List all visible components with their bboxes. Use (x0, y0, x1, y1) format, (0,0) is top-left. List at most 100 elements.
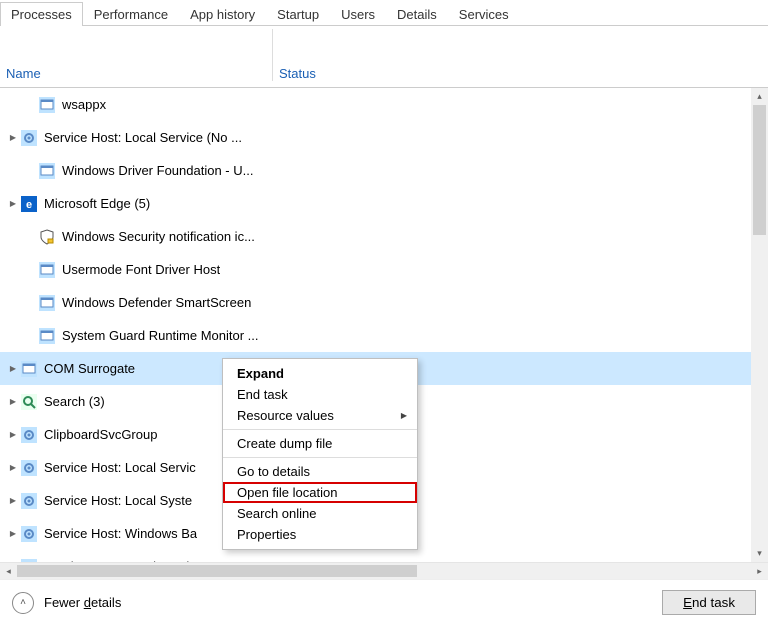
menu-item-resource-values[interactable]: Resource values ▶ (223, 405, 417, 426)
menu-item-label: Open file location (237, 485, 337, 500)
tab-startup[interactable]: Startup (266, 2, 330, 26)
process-name: Service Host: Local Service (No ... (44, 130, 242, 145)
process-name: Search (3) (44, 394, 105, 409)
chevron-right-icon[interactable]: ▶ (6, 133, 20, 142)
column-header-label: Name (6, 66, 41, 81)
process-name: Windows Driver Foundation - U... (62, 163, 253, 178)
process-name: System Guard Runtime Monitor ... (62, 328, 259, 343)
menu-item-label: Search online (237, 506, 317, 521)
scroll-thumb[interactable] (753, 105, 766, 235)
tab-label: App history (190, 7, 255, 22)
menu-item-label: End task (237, 387, 288, 402)
tab-processes[interactable]: Processes (0, 2, 83, 26)
footer: ˄ Fewer details End task (0, 579, 768, 625)
app-icon (38, 327, 56, 345)
menu-item-expand[interactable]: Expand (223, 363, 417, 384)
scroll-up-arrow-icon[interactable]: ▴ (751, 88, 768, 105)
tab-app-history[interactable]: App history (179, 2, 266, 26)
scroll-thumb[interactable] (17, 565, 417, 577)
process-row[interactable]: ▶ Service Host: Local Service (No ... (0, 121, 768, 154)
menu-item-label: Go to details (237, 464, 310, 479)
process-row[interactable]: Windows Security notification ic... (0, 220, 768, 253)
process-row[interactable]: Windows Defender SmartScreen (0, 286, 768, 319)
process-name: Service Host: Local Syste (44, 493, 192, 508)
column-header-name[interactable]: Name (0, 66, 272, 81)
column-header-status[interactable]: Status (272, 29, 768, 81)
process-row[interactable]: wsappx (0, 88, 768, 121)
gear-icon (20, 558, 38, 563)
shield-icon (38, 228, 56, 246)
tab-label: Performance (94, 7, 168, 22)
menu-item-properties[interactable]: Properties (223, 524, 417, 545)
menu-separator (223, 429, 417, 430)
fewer-details-label: Fewer details (44, 595, 121, 610)
chevron-right-icon[interactable]: ▶ (6, 529, 20, 538)
scroll-right-arrow-icon[interactable]: ▸ (751, 566, 768, 577)
scroll-track[interactable] (17, 563, 751, 579)
tab-performance[interactable]: Performance (83, 2, 179, 26)
process-name: wsappx (62, 97, 106, 112)
process-row[interactable]: Windows Driver Foundation - U... (0, 154, 768, 187)
gear-icon (20, 129, 38, 147)
gear-icon (20, 525, 38, 543)
menu-item-label: Expand (237, 366, 284, 381)
menu-item-label: Create dump file (237, 436, 332, 451)
process-row[interactable]: System Guard Runtime Monitor ... (0, 319, 768, 352)
chevron-right-icon[interactable]: ▶ (6, 199, 20, 208)
process-row[interactable]: ▶ e Microsoft Edge (5) (0, 187, 768, 220)
chevron-right-icon[interactable]: ▶ (6, 463, 20, 472)
process-row[interactable]: Usermode Font Driver Host (0, 253, 768, 286)
column-header-label: Status (279, 66, 316, 81)
app-icon (38, 261, 56, 279)
app-icon (20, 360, 38, 378)
menu-item-open-file-location[interactable]: Open file location (223, 482, 417, 503)
tab-label: Processes (11, 7, 72, 22)
svg-text:e: e (26, 199, 32, 211)
tab-label: Services (459, 7, 509, 22)
tab-bar: Processes Performance App history Startu… (0, 0, 768, 26)
chevron-right-icon: ▶ (401, 411, 407, 420)
process-name: Windows Defender SmartScreen (62, 295, 251, 310)
vertical-scrollbar[interactable]: ▴ ▾ (751, 88, 768, 562)
app-icon (38, 96, 56, 114)
tab-label: Details (397, 7, 437, 22)
search-icon (20, 393, 38, 411)
tab-users[interactable]: Users (330, 2, 386, 26)
app-icon (38, 294, 56, 312)
tab-services[interactable]: Services (448, 2, 520, 26)
scroll-track[interactable] (751, 105, 768, 545)
menu-item-label: Resource values (237, 408, 334, 423)
scroll-down-arrow-icon[interactable]: ▾ (751, 545, 768, 562)
chevron-right-icon[interactable]: ▶ (6, 496, 20, 505)
gear-icon (20, 426, 38, 444)
edge-icon: e (20, 195, 38, 213)
process-name: COM Surrogate (44, 361, 135, 376)
menu-item-end-task[interactable]: End task (223, 384, 417, 405)
menu-item-create-dump-file[interactable]: Create dump file (223, 433, 417, 454)
column-headers: Name Status (0, 26, 768, 88)
chevron-right-icon[interactable]: ▶ (6, 430, 20, 439)
chevron-right-icon[interactable]: ▶ (6, 364, 20, 373)
horizontal-scrollbar[interactable]: ◂ ▸ (0, 562, 768, 579)
gear-icon (20, 492, 38, 510)
tab-label: Users (341, 7, 375, 22)
menu-item-label: Properties (237, 527, 296, 542)
process-name: Usermode Font Driver Host (62, 262, 220, 277)
process-name: Service Host: Local Servic (44, 460, 196, 475)
menu-item-go-to-details[interactable]: Go to details (223, 461, 417, 482)
process-name: Microsoft Edge (5) (44, 196, 150, 211)
fewer-details-toggle[interactable]: ˄ Fewer details (12, 592, 121, 614)
end-task-button[interactable]: End task (662, 590, 756, 615)
process-name: Service Host: Local Servic (44, 559, 196, 562)
app-icon (38, 162, 56, 180)
scroll-left-arrow-icon[interactable]: ◂ (0, 566, 17, 577)
chevron-right-icon[interactable]: ▶ (6, 397, 20, 406)
chevron-up-icon: ˄ (12, 592, 34, 614)
process-name: Windows Security notification ic... (62, 229, 255, 244)
menu-item-search-online[interactable]: Search online (223, 503, 417, 524)
process-name: Service Host: Windows Ba (44, 526, 197, 541)
tab-label: Startup (277, 7, 319, 22)
process-row[interactable]: ▶Service Host: Local Servic (0, 550, 768, 562)
tab-details[interactable]: Details (386, 2, 448, 26)
process-name: ClipboardSvcGroup (44, 427, 157, 442)
